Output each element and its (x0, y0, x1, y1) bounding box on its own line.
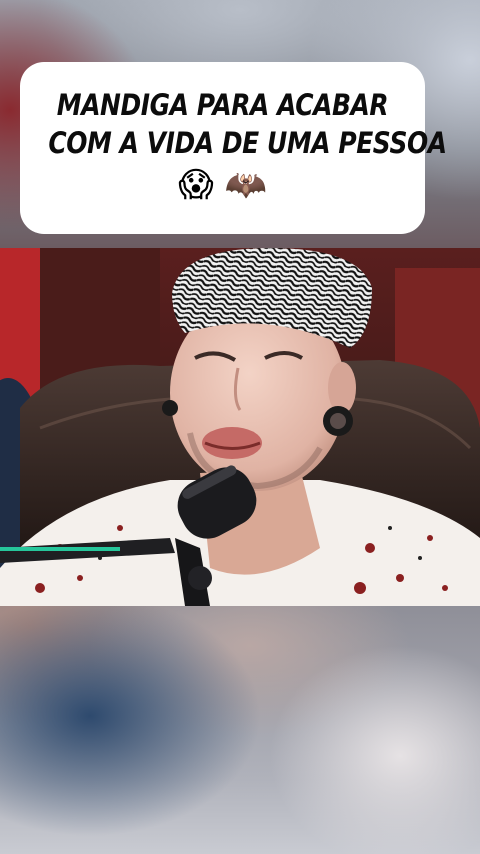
caption-line-1: MANDIGA PARA ACABAR (56, 88, 389, 122)
video-player[interactable] (0, 248, 480, 606)
bat-emoji-icon: 🦇 (224, 165, 267, 205)
face-screaming-in-fear-emoji-icon: 😱 (178, 165, 214, 205)
caption-emoji-row: 😱 🦇 (20, 164, 425, 206)
blurred-background-bottom (0, 606, 480, 854)
reel-screen: MANDIGA PARA ACABAR COM A VIDA DE UMA PE… (0, 0, 480, 854)
caption-line-2: COM A VIDA DE UMA PESSOA (48, 126, 447, 160)
video-still (0, 248, 480, 606)
caption-card: MANDIGA PARA ACABAR COM A VIDA DE UMA PE… (20, 62, 447, 234)
